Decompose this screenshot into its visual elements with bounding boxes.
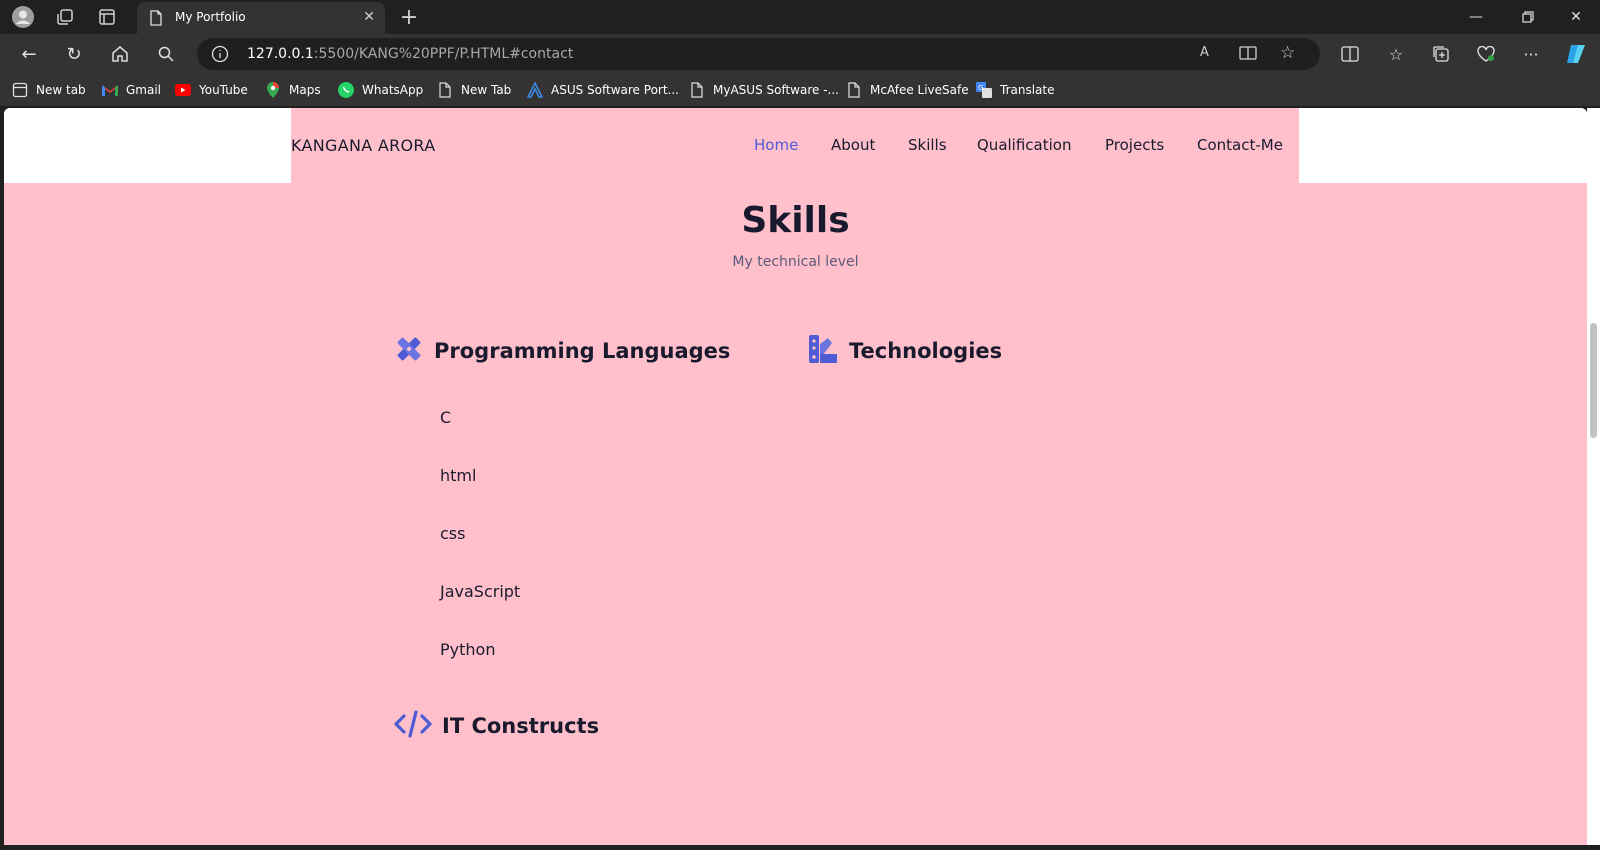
favorite-star-icon[interactable]: ☆ — [1280, 43, 1295, 63]
skill-item: JavaScript — [440, 582, 521, 601]
collections-icon[interactable] — [1430, 43, 1452, 65]
whatsapp-icon — [338, 82, 354, 98]
bookmark-translate[interactable]: G Translate — [976, 80, 1055, 100]
back-icon[interactable]: ← — [18, 43, 40, 65]
close-tab-icon[interactable]: ✕ — [363, 9, 375, 25]
immersive-reader-icon[interactable] — [1239, 45, 1257, 65]
favorites-icon[interactable]: ☆ — [1385, 43, 1407, 65]
split-screen-icon[interactable] — [1339, 43, 1361, 65]
section-title: Skills — [741, 200, 850, 241]
pencil-ruler-icon — [394, 334, 424, 368]
asus-logo-icon — [527, 82, 543, 98]
nav-contact-me[interactable]: Contact-Me — [1197, 136, 1283, 154]
new-tab-page-icon — [12, 82, 28, 98]
vertical-tabs-icon[interactable] — [96, 6, 118, 28]
site-info-icon[interactable] — [211, 45, 229, 67]
page-icon — [689, 82, 705, 98]
bookmark-gmail[interactable]: Gmail — [102, 80, 161, 100]
skill-item: C — [440, 408, 452, 427]
maps-pin-icon — [265, 82, 281, 98]
nav-skills[interactable]: Skills — [908, 136, 947, 154]
read-aloud-icon[interactable]: A — [1200, 45, 1209, 60]
page-scrollbar[interactable] — [1587, 108, 1600, 845]
active-tab[interactable]: My Portfolio ✕ — [137, 2, 385, 34]
bookmark-whatsapp[interactable]: WhatsApp — [338, 80, 423, 100]
refresh-icon[interactable]: ↻ — [63, 43, 85, 65]
swatchbook-icon — [807, 334, 839, 368]
it-constructs-header[interactable]: IT Constructs — [394, 709, 599, 743]
section-subtitle: My technical level — [732, 254, 859, 270]
code-icon — [394, 709, 432, 743]
close-window-icon[interactable]: ✕ — [1553, 0, 1599, 34]
scrollbar-thumb[interactable] — [1590, 323, 1597, 438]
new-tab-plus-icon[interactable]: + — [398, 5, 420, 30]
youtube-icon — [175, 82, 191, 98]
minimize-icon[interactable]: — — [1453, 0, 1499, 34]
technologies-header[interactable]: Technologies — [807, 334, 1002, 368]
more-menu-icon[interactable]: ··· — [1520, 43, 1542, 65]
search-icon[interactable] — [155, 43, 177, 65]
site-logo[interactable]: KANGANA ARORA — [291, 136, 435, 155]
it-constructs-title: IT Constructs — [442, 714, 600, 738]
gmail-icon — [102, 82, 118, 98]
page-icon — [846, 82, 862, 98]
profile-avatar-icon[interactable] — [12, 6, 34, 28]
bookmark-new-tab-2[interactable]: New Tab — [437, 80, 511, 100]
page-icon — [149, 10, 163, 30]
svg-text:G: G — [978, 84, 983, 92]
nav-home[interactable]: Home — [754, 136, 798, 154]
bookmark-new-tab[interactable]: New tab — [12, 80, 86, 100]
tab-title: My Portfolio — [175, 10, 246, 24]
translate-icon: G — [976, 82, 992, 98]
copilot-icon[interactable] — [1565, 43, 1587, 65]
browser-essentials-icon[interactable] — [1475, 43, 1497, 65]
workspaces-icon[interactable] — [54, 6, 76, 28]
bookmark-myasus[interactable]: MyASUS Software -... — [689, 80, 839, 100]
programming-languages-title: Programming Languages — [434, 339, 731, 363]
bookmark-mcafee[interactable]: McAfee LiveSafe — [846, 80, 969, 100]
nav-projects[interactable]: Projects — [1105, 136, 1164, 154]
technologies-title: Technologies — [849, 339, 1003, 363]
skill-item: html — [440, 466, 477, 485]
browser-toolbar: ← ↻ 127.0.0.1:5500/KANG%20PPF/P.HTML#con… — [0, 34, 1600, 74]
skill-item: css — [440, 524, 466, 543]
home-icon[interactable] — [109, 43, 131, 65]
skill-item: Python — [440, 640, 496, 659]
page-icon — [437, 82, 453, 98]
page-viewport: KANGANA ARORA Home About Skills Qualific… — [4, 108, 1587, 845]
site-header: KANGANA ARORA Home About Skills Qualific… — [291, 108, 1299, 183]
nav-qualification[interactable]: Qualification — [977, 136, 1071, 154]
bookmarks-bar: New tab Gmail YouTube Maps WhatsApp New … — [0, 74, 1600, 106]
nav-about[interactable]: About — [831, 136, 875, 154]
bookmark-youtube[interactable]: YouTube — [175, 80, 248, 100]
address-bar[interactable]: 127.0.0.1:5500/KANG%20PPF/P.HTML#contact… — [197, 38, 1320, 70]
restore-icon[interactable] — [1505, 0, 1551, 34]
programming-languages-header[interactable]: Programming Languages — [394, 334, 730, 368]
url-text[interactable]: 127.0.0.1:5500/KANG%20PPF/P.HTML#contact — [247, 46, 573, 62]
bookmark-maps[interactable]: Maps — [265, 80, 321, 100]
bookmark-asus-software[interactable]: ASUS Software Port... — [527, 80, 679, 100]
browser-tab-bar: My Portfolio ✕ + — ✕ — [0, 0, 1600, 34]
